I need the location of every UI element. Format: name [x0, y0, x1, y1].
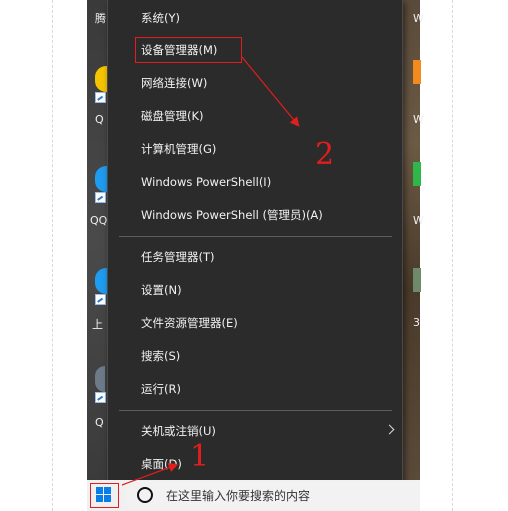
app-icon[interactable] — [413, 162, 421, 186]
menu-item-task-manager[interactable]: 任务管理器(T) — [108, 243, 402, 271]
page-guide-line — [452, 0, 453, 511]
menu-item-label: 系统(Y) — [141, 11, 180, 25]
menu-item-label: 任务管理器(T) — [141, 250, 215, 264]
menu-item-search[interactable]: 搜索(S) — [108, 342, 402, 370]
desktop-icon-label: W — [413, 113, 424, 126]
shortcut-arrow-icon — [95, 294, 106, 305]
menu-item-label: 桌面(D) — [141, 457, 182, 471]
menu-item-system[interactable]: 系统(Y) — [108, 4, 402, 32]
shortcut-arrow-icon — [95, 192, 106, 203]
screenshot-stage: 腾 Q QQ 上 Q W W W 3 系统(Y) 设备管理器(M) 网络连接(W… — [0, 0, 508, 511]
winx-context-menu: 系统(Y) 设备管理器(M) 网络连接(W) 磁盘管理(K) 计算机管理(G) … — [107, 0, 403, 490]
menu-item-label: 设置(N) — [141, 283, 182, 297]
app-icon — [95, 366, 105, 392]
app-icon[interactable] — [413, 268, 421, 292]
desktop-icon-label: 上 — [92, 318, 103, 331]
desktop-icon[interactable] — [87, 166, 117, 203]
menu-separator — [119, 410, 392, 411]
menu-item-label: Windows PowerShell (管理员)(A) — [141, 208, 323, 222]
menu-item-run[interactable]: 运行(R) — [108, 375, 402, 403]
search-placeholder[interactable]: 在这里输入你要搜索的内容 — [166, 487, 310, 504]
desktop-icon[interactable] — [87, 366, 109, 403]
menu-item-label: 搜索(S) — [141, 349, 181, 363]
menu-item-label: 关机或注销(U) — [141, 424, 216, 438]
chevron-right-icon — [384, 424, 395, 435]
highlight-box-start — [90, 483, 119, 508]
menu-separator — [119, 236, 392, 237]
desktop-icon-label: 3 — [413, 316, 420, 329]
desktop-icon[interactable] — [87, 66, 117, 103]
menu-item-label: 文件资源管理器(E) — [141, 316, 238, 330]
menu-item-powershell[interactable]: Windows PowerShell(I) — [108, 168, 402, 196]
cortana-circle-icon[interactable] — [137, 487, 153, 503]
desktop-icon[interactable] — [87, 268, 117, 305]
menu-item-powershell-admin[interactable]: Windows PowerShell (管理员)(A) — [108, 201, 402, 229]
shortcut-arrow-icon — [95, 392, 106, 403]
desktop-icon-label: Q — [95, 113, 104, 126]
menu-item-computer-management[interactable]: 计算机管理(G) — [108, 135, 402, 163]
menu-item-settings[interactable]: 设置(N) — [108, 276, 402, 304]
highlight-box-device-manager — [135, 37, 242, 63]
menu-item-desktop[interactable]: 桌面(D) — [108, 450, 402, 478]
menu-item-label: 磁盘管理(K) — [141, 109, 204, 123]
app-icon[interactable] — [413, 60, 421, 84]
shortcut-arrow-icon — [95, 92, 106, 103]
step-number-2: 2 — [315, 137, 335, 172]
menu-item-network-connections[interactable]: 网络连接(W) — [108, 69, 402, 97]
menu-item-shutdown-signout[interactable]: 关机或注销(U) — [108, 417, 402, 445]
menu-item-disk-management[interactable]: 磁盘管理(K) — [108, 102, 402, 130]
menu-item-label: Windows PowerShell(I) — [141, 175, 272, 189]
desktop-icon-label: 腾 — [95, 12, 106, 25]
desktop-icon-label: Q — [95, 416, 104, 429]
desktop-icon-label: W — [413, 214, 424, 227]
menu-item-label: 运行(R) — [141, 382, 181, 396]
desktop-icon-label: W — [413, 12, 424, 25]
menu-item-label: 网络连接(W) — [141, 76, 208, 90]
step-number-1: 1 — [190, 439, 210, 474]
desktop-icon-label: QQ — [90, 214, 108, 227]
page-guide-line — [52, 0, 53, 511]
menu-item-file-explorer[interactable]: 文件资源管理器(E) — [108, 309, 402, 337]
menu-item-label: 计算机管理(G) — [141, 142, 217, 156]
